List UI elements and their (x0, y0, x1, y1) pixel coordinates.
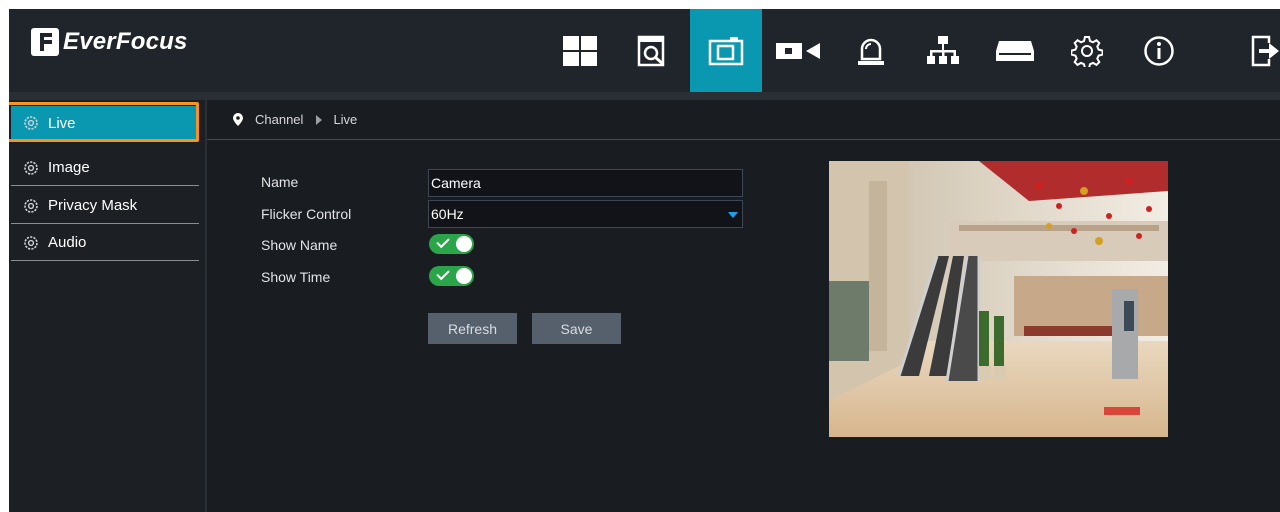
sidebar-item-label: Audio (48, 234, 87, 251)
logo-text: EverFocus (63, 28, 188, 55)
refresh-button[interactable]: Refresh (428, 313, 517, 344)
video-camera-icon (776, 42, 820, 59)
sidebar-item-label: Image (48, 159, 90, 176)
show-time-toggle[interactable] (429, 266, 474, 286)
nav-settings-button[interactable] (1051, 9, 1123, 92)
top-nav-bar: EverFocus (9, 9, 1280, 92)
nav-storage-button[interactable] (979, 9, 1051, 92)
save-button[interactable]: Save (532, 313, 621, 344)
storage-icon (996, 40, 1034, 61)
sidebar-item-privacy-mask[interactable]: Privacy Mask (11, 188, 199, 224)
info-icon (1144, 35, 1174, 66)
nav-layout-button[interactable] (544, 9, 616, 92)
sidebar-item-image[interactable]: Image (11, 150, 199, 186)
mall-scene-illustration (829, 161, 1168, 437)
logout-icon (1251, 35, 1279, 66)
sidebar-item-label: Privacy Mask (48, 197, 138, 214)
toggle-knob (456, 236, 472, 252)
app-window: EverFocus Live Image Privacy Mask Audio … (9, 9, 1280, 512)
nav-info-button[interactable] (1123, 9, 1195, 92)
playback-icon (637, 35, 665, 66)
check-icon (436, 266, 450, 281)
sidebar: Live Image Privacy Mask Audio (9, 100, 207, 512)
toggle-knob (456, 268, 472, 284)
alarm-icon (858, 38, 884, 65)
nav-alarm-button[interactable] (835, 9, 907, 92)
gear-icon (24, 160, 38, 175)
breadcrumb-channel[interactable]: Channel (255, 112, 303, 127)
live-highlight-box (9, 102, 199, 142)
check-icon (436, 234, 450, 249)
location-pin-icon (233, 113, 243, 126)
logo-mark-icon (31, 28, 59, 56)
breadcrumb-live: Live (333, 112, 358, 127)
settings-icon (1071, 35, 1103, 67)
breadcrumb: Channel Live (207, 100, 1280, 140)
name-input[interactable]: Camera (428, 169, 743, 197)
flicker-control-value: 60Hz (431, 206, 464, 222)
flicker-control-select[interactable]: 60Hz (428, 200, 743, 228)
nav-logout-button[interactable] (1229, 9, 1280, 92)
name-label: Name (261, 174, 299, 190)
show-name-toggle[interactable] (429, 234, 474, 254)
gear-icon (24, 198, 38, 213)
nav-record-button[interactable] (762, 9, 834, 92)
show-name-label: Show Name (261, 237, 338, 253)
nav-network-button[interactable] (907, 9, 979, 92)
everfocus-logo: EverFocus (31, 26, 188, 58)
network-icon (927, 35, 959, 64)
layout-grid-icon (563, 35, 597, 66)
show-time-label: Show Time (261, 269, 331, 285)
chevron-right-icon (316, 114, 323, 125)
top-nav-divider (9, 92, 1280, 100)
gear-icon (24, 235, 38, 250)
nav-playback-button[interactable] (616, 9, 688, 92)
camera-preview-image (829, 161, 1168, 437)
sidebar-item-audio[interactable]: Audio (11, 225, 199, 261)
nav-camera-button[interactable] (690, 9, 762, 92)
chevron-down-icon (728, 212, 738, 218)
flicker-control-label: Flicker Control (261, 206, 352, 222)
camera-settings-icon (708, 36, 744, 65)
